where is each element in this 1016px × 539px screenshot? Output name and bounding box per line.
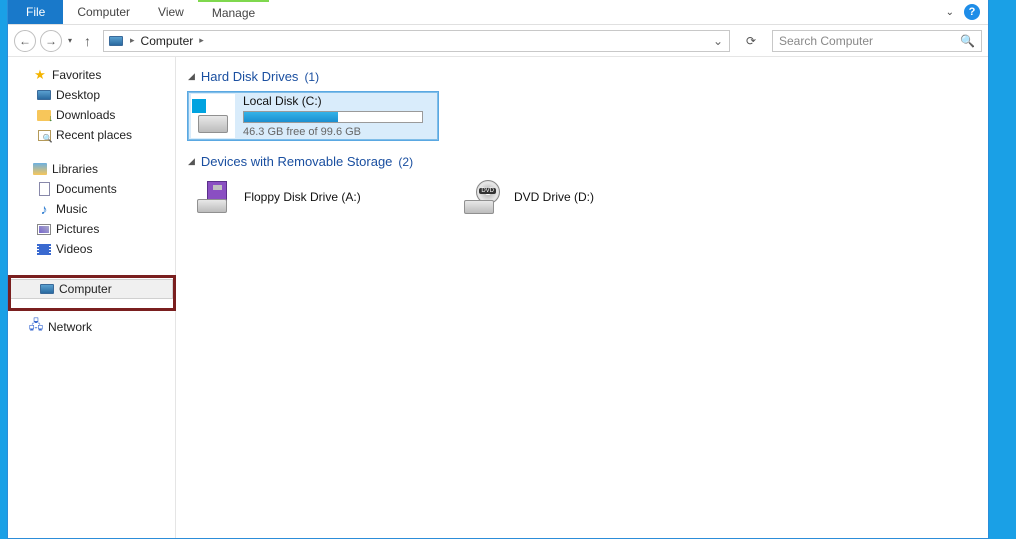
desktop-icon (36, 87, 52, 103)
group-count: (1) (304, 70, 319, 84)
tab-manage[interactable]: Manage (198, 0, 269, 24)
sidebar-item-recent-places[interactable]: Recent places (8, 125, 175, 145)
tree-group-favorites: ★ Favorites Desktop Downloads Recent pla… (8, 65, 175, 145)
drive-info: Local Disk (C:) 46.3 GB free of 99.6 GB (243, 94, 431, 138)
capacity-bar (243, 111, 423, 123)
sidebar-item-label: Recent places (56, 128, 132, 142)
videos-icon (36, 241, 52, 257)
hard-drive-icon (191, 94, 235, 138)
ribbon-tabs: File Computer View Manage ⌄ ? (8, 0, 988, 25)
recent-places-icon (36, 127, 52, 143)
sidebar-item-documents[interactable]: Documents (8, 179, 175, 199)
libraries-icon (32, 161, 48, 177)
drive-free-text: 46.3 GB free of 99.6 GB (243, 126, 431, 138)
favorites-label: Favorites (52, 68, 101, 82)
star-icon: ★ (32, 67, 48, 83)
body: ★ Favorites Desktop Downloads Recent pla… (8, 57, 988, 538)
collapse-icon[interactable]: ◢ (188, 156, 195, 167)
address-dropdown-icon[interactable]: ⌄ (713, 34, 723, 48)
network-icon: 🖧 (28, 319, 44, 335)
device-row: Floppy Disk Drive (A:) DVD DVD Drive (D:… (188, 175, 976, 219)
navigation-pane: ★ Favorites Desktop Downloads Recent pla… (8, 57, 176, 538)
group-header-hdd[interactable]: ◢ Hard Disk Drives (1) (188, 69, 976, 84)
documents-icon (36, 181, 52, 197)
address-bar[interactable]: ▸ Computer ▸ ⌄ (103, 30, 730, 52)
sidebar-item-desktop[interactable]: Desktop (8, 85, 175, 105)
floppy-drive-icon (190, 177, 234, 217)
collapse-icon[interactable]: ◢ (188, 71, 195, 82)
dvd-drive-icon: DVD (460, 177, 504, 217)
tree-header-favorites[interactable]: ★ Favorites (8, 65, 175, 85)
sidebar-item-label: Videos (56, 242, 92, 256)
search-icon: 🔍 (960, 34, 975, 48)
music-icon: ♪ (36, 201, 52, 217)
address-segment-computer[interactable]: Computer (141, 34, 194, 48)
drive-name: Local Disk (C:) (243, 94, 431, 108)
sidebar-item-label: Downloads (56, 108, 115, 122)
help-icon[interactable]: ? (964, 4, 980, 20)
sidebar-item-videos[interactable]: Videos (8, 239, 175, 259)
chevron-right-icon[interactable]: ▸ (197, 35, 206, 46)
tab-file[interactable]: File (8, 0, 63, 24)
group-title: Hard Disk Drives (201, 69, 299, 84)
tab-computer[interactable]: Computer (63, 0, 144, 24)
search-input[interactable]: Search Computer 🔍 (772, 30, 982, 52)
chevron-right-icon[interactable]: ▸ (128, 35, 137, 46)
sidebar-item-pictures[interactable]: Pictures (8, 219, 175, 239)
sidebar-item-label: Network (48, 320, 92, 334)
pictures-icon (36, 221, 52, 237)
drive-dvd-d[interactable]: DVD DVD Drive (D:) (458, 175, 708, 219)
group-title: Devices with Removable Storage (201, 154, 392, 169)
back-button[interactable]: ← (14, 30, 36, 52)
annotation-highlight (8, 275, 176, 311)
tab-view[interactable]: View (144, 0, 198, 24)
explorer-window: File Computer View Manage ⌄ ? ← → ▾ ↑ ▸ … (7, 0, 989, 539)
sidebar-item-label: Documents (56, 182, 117, 196)
forward-button[interactable]: → (40, 30, 62, 52)
device-name: Floppy Disk Drive (A:) (244, 190, 361, 204)
group-count: (2) (398, 155, 413, 169)
history-dropdown-icon[interactable]: ▾ (68, 36, 72, 45)
address-icon (108, 33, 124, 49)
capacity-fill (244, 112, 338, 122)
drive-local-disk-c[interactable]: Local Disk (C:) 46.3 GB free of 99.6 GB (188, 92, 438, 140)
sidebar-item-label: Pictures (56, 222, 99, 236)
device-name: DVD Drive (D:) (514, 190, 594, 204)
sidebar-item-network[interactable]: 🖧 Network (8, 317, 175, 337)
content-area[interactable]: ◢ Hard Disk Drives (1) Local Disk (C:) 4… (176, 57, 988, 538)
refresh-button[interactable]: ⟳ (740, 30, 762, 52)
sidebar-item-downloads[interactable]: Downloads (8, 105, 175, 125)
search-placeholder: Search Computer (779, 34, 873, 48)
ribbon-expand-icon[interactable]: ⌄ (946, 7, 954, 18)
downloads-icon (36, 107, 52, 123)
tree-header-libraries[interactable]: Libraries (8, 159, 175, 179)
group-header-removable[interactable]: ◢ Devices with Removable Storage (2) (188, 154, 976, 169)
sidebar-item-label: Desktop (56, 88, 100, 102)
sidebar-item-label: Music (56, 202, 87, 216)
nav-toolbar: ← → ▾ ↑ ▸ Computer ▸ ⌄ ⟳ Search Computer… (8, 25, 988, 57)
tree-group-libraries: Libraries Documents ♪ Music Pictures Vid… (8, 159, 175, 259)
libraries-label: Libraries (52, 162, 98, 176)
tree-group-network: 🖧 Network (8, 317, 175, 337)
sidebar-item-music[interactable]: ♪ Music (8, 199, 175, 219)
up-button[interactable]: ↑ (84, 33, 91, 49)
drive-floppy-a[interactable]: Floppy Disk Drive (A:) (188, 175, 438, 219)
